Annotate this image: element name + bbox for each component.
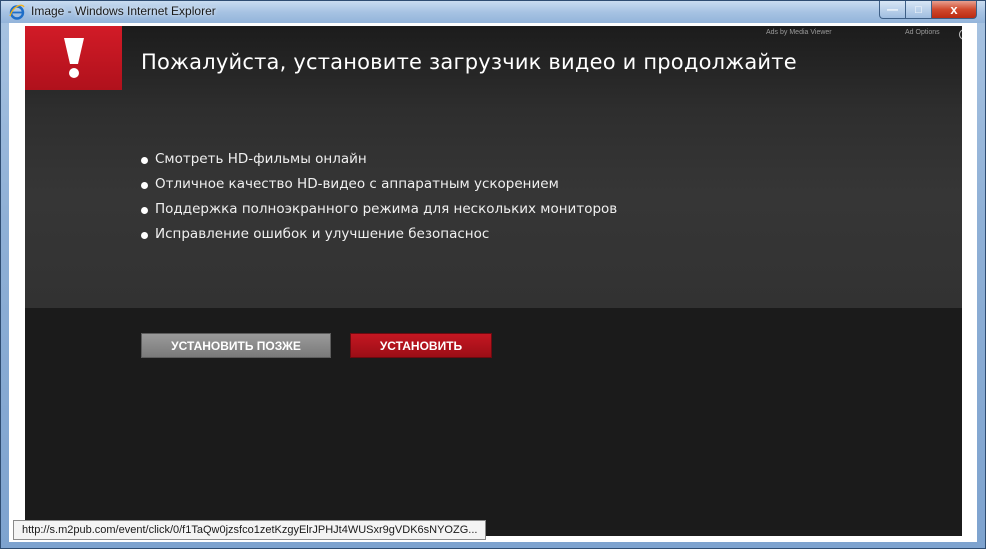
install-later-button[interactable]: УСТАНОВИТЬ ПОЗЖЕ: [141, 333, 331, 358]
alert-exclamation-icon: [64, 38, 84, 78]
bullet-icon: [141, 232, 148, 239]
install-button[interactable]: УСТАНОВИТЬ: [350, 333, 492, 358]
list-item: Поддержка полноэкранного режима для неск…: [139, 201, 617, 226]
list-item: Смотреть HD-фильмы онлайн: [139, 151, 617, 176]
title-bar[interactable]: Image - Windows Internet Explorer — □ x: [1, 1, 985, 23]
ad-overlay: Пожалуйста, установите загрузчик видео и…: [25, 26, 962, 536]
maximize-icon: □: [915, 3, 922, 16]
feature-text: Отличное качество HD-видео с аппаратным …: [155, 176, 559, 192]
ads-by-label[interactable]: Ads by Media Viewer: [766, 29, 832, 36]
window-title: Image - Windows Internet Explorer: [31, 4, 216, 18]
minimize-icon: —: [887, 3, 898, 16]
ad-options-link[interactable]: Ad Options: [905, 29, 940, 36]
feature-text: Поддержка полноэкранного режима для неск…: [155, 201, 618, 217]
list-item: Исправление ошибок и улучшение безопасно…: [139, 226, 617, 251]
ie-logo-icon: [9, 4, 25, 20]
alert-badge: [25, 26, 122, 90]
status-bar-url: http://s.m2pub.com/event/click/0/f1TaQw0…: [13, 520, 487, 540]
feature-text: Смотреть HD-фильмы онлайн: [155, 151, 367, 167]
close-icon: x: [950, 2, 958, 17]
bullet-icon: [141, 157, 148, 164]
feature-text: Исправление ошибок и улучшение безопасно…: [155, 226, 490, 242]
maximize-button[interactable]: □: [906, 1, 932, 19]
page-content: Пожалуйста, установите загрузчик видео и…: [9, 23, 977, 542]
window-controls: — □ x: [879, 1, 977, 19]
feature-list: Смотреть HD-фильмы онлайн Отличное качес…: [139, 151, 617, 251]
ad-headline: Пожалуйста, установите загрузчик видео и…: [141, 50, 797, 74]
bullet-icon: [141, 207, 148, 214]
list-item: Отличное качество HD-видео с аппаратным …: [139, 176, 617, 201]
close-button[interactable]: x: [932, 1, 977, 19]
bullet-icon: [141, 182, 148, 189]
minimize-button[interactable]: —: [879, 1, 906, 19]
browser-window: Image - Windows Internet Explorer — □ x …: [0, 0, 986, 549]
